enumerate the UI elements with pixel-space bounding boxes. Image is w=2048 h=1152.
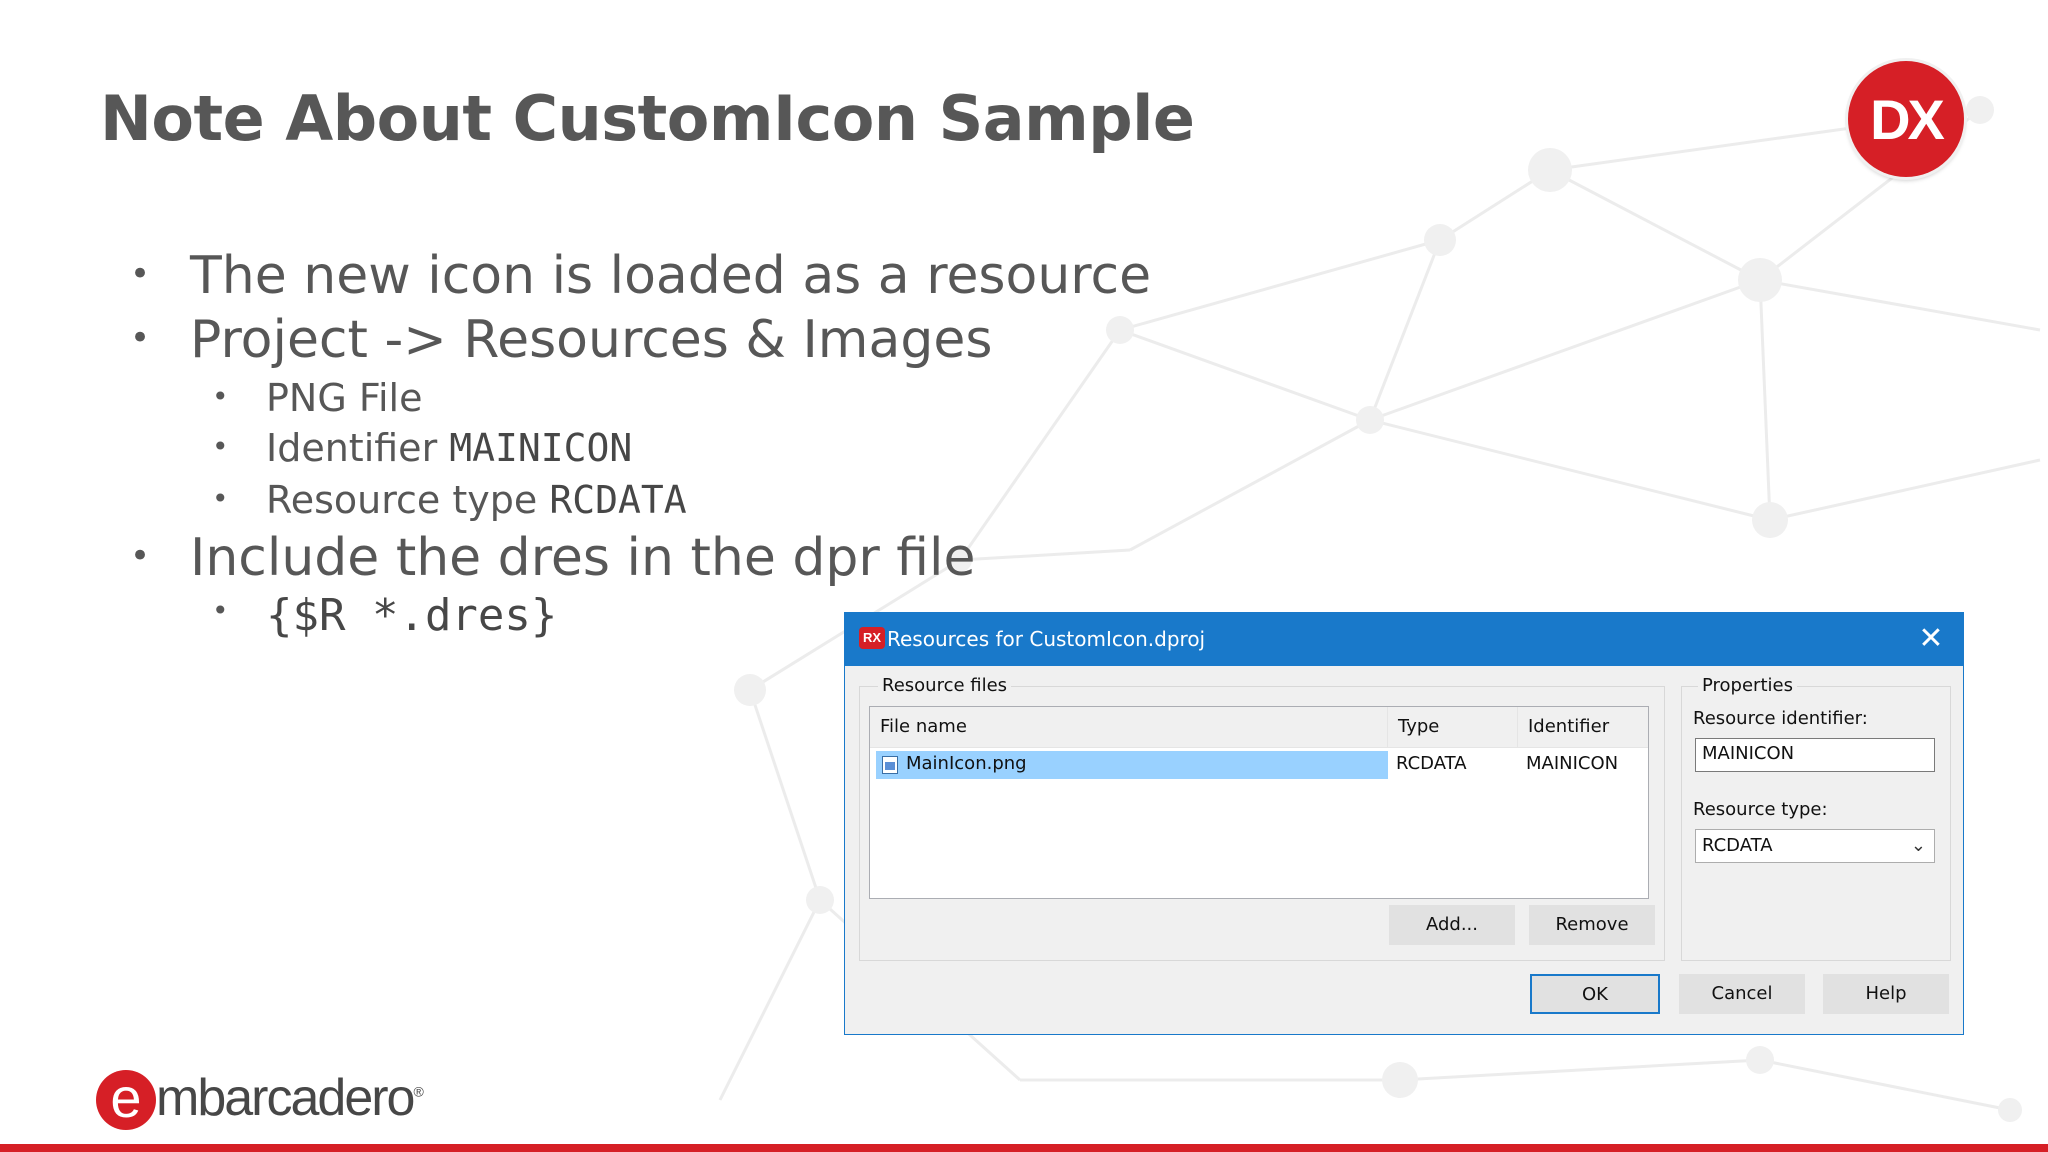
resource-type-select[interactable]: RCDATA ⌄ [1695,829,1935,863]
help-button[interactable]: Help [1823,974,1949,1014]
resource-files-list[interactable]: File name Type Identifier MainIcon.png R… [869,706,1649,899]
identifier-code: MAINICON [449,426,633,470]
add-button[interactable]: Add... [1389,905,1515,945]
column-header-identifier[interactable]: Identifier [1518,707,1648,747]
bullet-dot: • [212,380,229,413]
bullet-dot: • [130,254,151,294]
resource-identifier-input[interactable]: MAINICON [1695,738,1935,772]
column-header-file-name[interactable]: File name [870,707,1388,747]
bullet-text: Resource type [266,478,550,522]
bullet-text: Identifier [266,426,450,470]
rx-app-icon: RX [859,627,885,649]
image-file-icon [882,756,898,774]
table-row[interactable]: MainIcon.png RCDATA MAINICON [870,751,1648,779]
bullet-item: • Project -> Resources & Images [130,310,993,370]
sub-bullet-item: • Resource type RCDATA [212,478,687,522]
bullet-text: The new icon is loaded as a resource [190,246,1152,306]
properties-label: Properties [1698,675,1797,696]
resource-type-label: Resource type: [1693,799,1828,820]
bullet-dot: • [212,594,229,627]
resource-type-code: RCDATA [549,478,687,522]
bullet-dot: • [130,536,151,576]
bullet-dot: • [212,482,229,515]
embarcadero-e-mark: e [96,1070,156,1130]
slide-title: Note About CustomIcon Sample [100,82,1195,155]
sub-bullet-item: • {$R *.dres} [212,590,558,641]
resource-type-value: RCDATA [1702,835,1773,856]
dialog-titlebar[interactable]: RX Resources for CustomIcon.dproj ✕ [845,613,1963,666]
bullet-text: Include the dres in the dpr file [190,528,976,588]
cell-type: RCDATA [1396,753,1467,774]
resource-files-label: Resource files [878,675,1012,696]
bullet-text: PNG File [266,376,423,420]
ok-button[interactable]: OK [1530,974,1660,1014]
list-header: File name Type Identifier [870,707,1648,748]
registered-mark: ® [413,1083,424,1100]
cancel-button[interactable]: Cancel [1679,974,1805,1014]
embarcadero-wordmark: mbarcadero® [156,1068,424,1128]
bullet-dot: • [212,430,229,463]
chevron-down-icon: ⌄ [1910,835,1926,856]
bullet-dot: • [130,318,151,358]
sub-bullet-item: • Identifier MAINICON [212,426,633,470]
footer-red-bar [0,1144,2048,1152]
dx-logo: DX [1848,61,1964,177]
bullet-text: Project -> Resources & Images [190,310,993,370]
bullet-item: • The new icon is loaded as a resource [130,246,1152,306]
close-icon[interactable]: ✕ [1913,621,1949,657]
cell-file-name: MainIcon.png [906,753,1027,774]
resource-identifier-label: Resource identifier: [1693,708,1868,729]
dres-directive-code: {$R *.dres} [266,590,558,641]
resources-dialog: RX Resources for CustomIcon.dproj ✕ Reso… [844,612,1964,1035]
column-header-type[interactable]: Type [1388,707,1518,747]
remove-button[interactable]: Remove [1529,905,1655,945]
cell-identifier: MAINICON [1526,753,1619,774]
dx-logo-text: DX [1870,87,1945,151]
bullet-item: • Include the dres in the dpr file [130,528,976,588]
sub-bullet-item: • PNG File [212,376,423,420]
embarcadero-wordmark-text: mbarcadero [156,1069,415,1127]
dialog-title: Resources for CustomIcon.dproj [887,627,1206,651]
